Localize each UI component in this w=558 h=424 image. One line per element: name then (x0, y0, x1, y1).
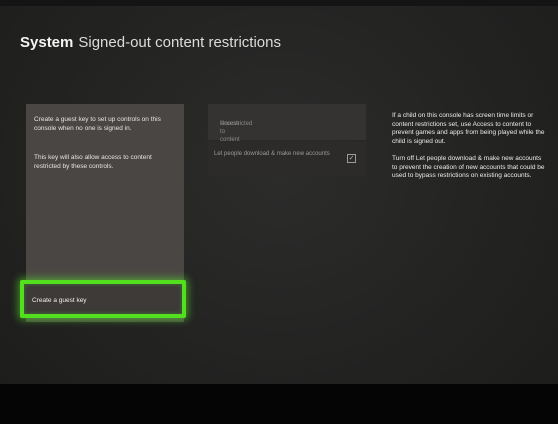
help-paragraph-new-accounts: Turn off Let people download & make new … (392, 155, 545, 179)
access-to-content-button[interactable]: Access to content Unrestricted (208, 104, 366, 143)
create-guest-key-label: Create a guest key (32, 297, 87, 304)
guest-key-description: Create a guest key to set up controls on… (34, 116, 161, 132)
page-heading: Signed-out content restrictions (78, 34, 281, 51)
restriction-settings: Access to content Unrestricted Let people… (208, 104, 366, 178)
let-people-download-toggle[interactable]: Let people download & make new accounts … (208, 142, 366, 176)
guest-key-access-description: This key will also allow access to conte… (34, 154, 152, 170)
help-text: If a child on this console has screen ti… (392, 112, 548, 181)
let-people-download-checkbox[interactable]: ✓ (347, 154, 356, 163)
tv-screen: System Signed-out content restrictions Cr… (0, 0, 558, 424)
screen-top-edge (0, 0, 558, 6)
page-title: System Signed-out content restrictions (20, 34, 281, 51)
help-paragraph-screen-time: If a child on this console has screen ti… (392, 112, 545, 145)
screen-bottom-bezel (0, 384, 558, 424)
access-to-content-value: Unrestricted (220, 121, 253, 127)
section-label: System (20, 34, 74, 51)
create-guest-key-button[interactable]: Create a guest key (20, 280, 186, 318)
let-people-download-label: Let people download & make new accounts (214, 151, 330, 157)
